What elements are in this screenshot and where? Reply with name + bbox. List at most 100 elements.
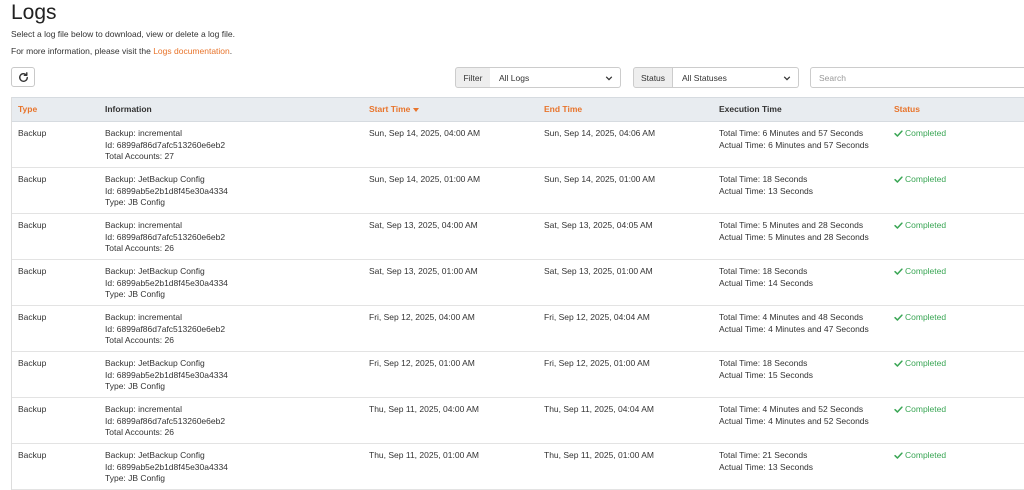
info-line: Type: JB Config <box>105 197 166 207</box>
check-icon <box>894 452 903 460</box>
info-line: Backup: JetBackup Config <box>105 450 205 460</box>
table-row[interactable]: Backup Backup: incremental Id: 6899af86d7a… <box>12 306 1024 352</box>
info-line: Id: 6899af86d7afc513260e6eb2 <box>105 323 226 334</box>
info-line: Id: 6899af86d7afc513260e6eb2 <box>105 415 226 426</box>
cell-information: Backup: JetBackup Config Id: 6899ab5e2b1d… <box>105 358 228 393</box>
exec-line: Actual Time: 4 Minutes and 47 Seconds <box>719 323 869 334</box>
cell-start-time: Fri, Sep 12, 2025, 01:00 AM <box>369 358 475 368</box>
cell-execution-time: Total Time: 18 Seconds Actual Time: 15 Se… <box>719 358 813 381</box>
cell-execution-time: Total Time: 18 Seconds Actual Time: 13 Se… <box>719 174 813 197</box>
cell-start-time: Thu, Sep 11, 2025, 04:00 AM <box>369 404 479 414</box>
filter-select-value: All Logs <box>499 72 530 83</box>
table-header: Type Information Start Time End Time Exe… <box>12 97 1024 122</box>
status-text: Completed <box>905 450 947 460</box>
status-text: Completed <box>905 174 947 184</box>
info-line: Type: JB Config <box>105 289 166 299</box>
cell-end-time: Sun, Sep 14, 2025, 04:06 AM <box>544 128 656 138</box>
column-header-start-time[interactable]: Start Time <box>369 104 420 114</box>
exec-line: Actual Time: 6 Minutes and 57 Seconds <box>719 139 869 150</box>
column-header-information: Information <box>105 104 152 114</box>
filter-label: Filter <box>455 67 491 88</box>
column-header-start-time-label: Start Time <box>369 104 411 114</box>
info-line: Id: 6899af86d7afc513260e6eb2 <box>105 231 226 242</box>
check-icon <box>894 406 903 414</box>
logs-documentation-link[interactable]: Logs documentation <box>153 46 230 56</box>
status-text: Completed <box>905 358 947 368</box>
info-line: Id: 6899ab5e2b1d8f45e30a4334 <box>105 461 228 472</box>
cell-type: Backup <box>18 266 47 276</box>
cell-end-time: Sat, Sep 13, 2025, 04:05 AM <box>544 220 653 230</box>
chevron-down-icon <box>605 76 613 81</box>
cell-information: Backup: incremental Id: 6899af86d7afc5132… <box>105 128 225 163</box>
column-header-end-time[interactable]: End Time <box>544 104 582 114</box>
table-row[interactable]: Backup Backup: JetBackup Config Id: 6899ab… <box>12 352 1024 398</box>
sort-desc-icon <box>413 107 420 112</box>
info-line: Backup: incremental <box>105 312 183 322</box>
search-input[interactable] <box>810 67 1024 88</box>
status-badge: Completed <box>894 312 946 324</box>
info-line: Id: 6899af86d7afc513260e6eb2 <box>105 139 226 150</box>
table-row[interactable]: Backup Backup: incremental Id: 6899af86d7a… <box>12 398 1024 444</box>
cell-start-time: Fri, Sep 12, 2025, 04:00 AM <box>369 312 475 322</box>
cell-end-time: Fri, Sep 12, 2025, 01:00 AM <box>544 358 650 368</box>
table-row[interactable]: Backup Backup: JetBackup Config Id: 6899ab… <box>12 444 1024 490</box>
info-line: Total Accounts: 26 <box>105 243 174 253</box>
cell-information: Backup: incremental Id: 6899af86d7afc5132… <box>105 220 225 255</box>
status-text: Completed <box>905 404 947 414</box>
exec-line: Total Time: 6 Minutes and 57 Seconds <box>719 128 864 138</box>
cell-execution-time: Total Time: 18 Seconds Actual Time: 14 Se… <box>719 266 813 289</box>
status-badge: Completed <box>894 358 946 370</box>
status-select[interactable]: All Statuses <box>673 67 799 88</box>
status-select-value: All Statuses <box>682 72 727 83</box>
cell-start-time: Sun, Sep 14, 2025, 01:00 AM <box>369 174 481 184</box>
info-line: Id: 6899ab5e2b1d8f45e30a4334 <box>105 185 228 196</box>
info-line: Backup: JetBackup Config <box>105 266 205 276</box>
cell-type: Backup <box>18 450 47 460</box>
cell-information: Backup: JetBackup Config Id: 6899ab5e2b1d… <box>105 266 228 301</box>
check-icon <box>894 130 903 138</box>
exec-line: Total Time: 5 Minutes and 28 Seconds <box>719 220 864 230</box>
info-line: Type: JB Config <box>105 473 166 483</box>
table-row[interactable]: Backup Backup: incremental Id: 6899af86d7a… <box>12 214 1024 260</box>
exec-line: Total Time: 21 Seconds <box>719 450 808 460</box>
exec-line: Total Time: 18 Seconds <box>719 358 808 368</box>
info-line: Backup: JetBackup Config <box>105 174 205 184</box>
info-line: Total Accounts: 26 <box>105 335 174 345</box>
info-line: Total Accounts: 26 <box>105 427 174 437</box>
table-body: Backup Backup: incremental Id: 6899af86d7a… <box>12 122 1024 490</box>
status-badge: Completed <box>894 404 946 416</box>
refresh-button[interactable] <box>11 67 35 87</box>
info-line: Backup: incremental <box>105 404 183 414</box>
info-line: Backup: incremental <box>105 220 183 230</box>
cell-execution-time: Total Time: 6 Minutes and 57 Seconds Actu… <box>719 128 869 151</box>
check-icon <box>894 268 903 276</box>
exec-line: Actual Time: 4 Minutes and 52 Seconds <box>719 415 869 426</box>
table-row[interactable]: Backup Backup: incremental Id: 6899af86d7a… <box>12 122 1024 168</box>
info-line: Type: JB Config <box>105 381 166 391</box>
page-description: Select a log file below to download, vie… <box>11 29 235 39</box>
column-header-type[interactable]: Type <box>18 104 37 114</box>
cell-start-time: Sun, Sep 14, 2025, 04:00 AM <box>369 128 481 138</box>
more-info-prefix: For more information, please visit the <box>11 46 154 56</box>
page-title: Logs <box>11 1 57 24</box>
status-badge: Completed <box>894 450 946 462</box>
more-info-suffix: . <box>229 46 233 56</box>
filter-select[interactable]: All Logs <box>490 67 621 88</box>
cell-information: Backup: JetBackup Config Id: 6899ab5e2b1d… <box>105 174 228 209</box>
cell-end-time: Fri, Sep 12, 2025, 04:04 AM <box>544 312 650 322</box>
table-row[interactable]: Backup Backup: JetBackup Config Id: 6899ab… <box>12 260 1024 306</box>
exec-line: Total Time: 18 Seconds <box>719 266 808 276</box>
info-line: Total Accounts: 27 <box>105 151 174 161</box>
status-badge: Completed <box>894 266 946 278</box>
table-row[interactable]: Backup Backup: JetBackup Config Id: 6899ab… <box>12 168 1024 214</box>
cell-start-time: Thu, Sep 11, 2025, 01:00 AM <box>369 450 479 460</box>
cell-end-time: Thu, Sep 11, 2025, 04:04 AM <box>544 404 654 414</box>
refresh-icon <box>18 71 28 82</box>
check-icon <box>894 222 903 230</box>
cell-execution-time: Total Time: 4 Minutes and 52 Seconds Actu… <box>719 404 869 427</box>
cell-information: Backup: JetBackup Config Id: 6899ab5e2b1d… <box>105 450 228 485</box>
exec-line: Actual Time: 13 Seconds <box>719 185 814 196</box>
check-icon <box>894 314 903 322</box>
status-badge: Completed <box>894 174 946 186</box>
column-header-status[interactable]: Status <box>894 104 920 114</box>
